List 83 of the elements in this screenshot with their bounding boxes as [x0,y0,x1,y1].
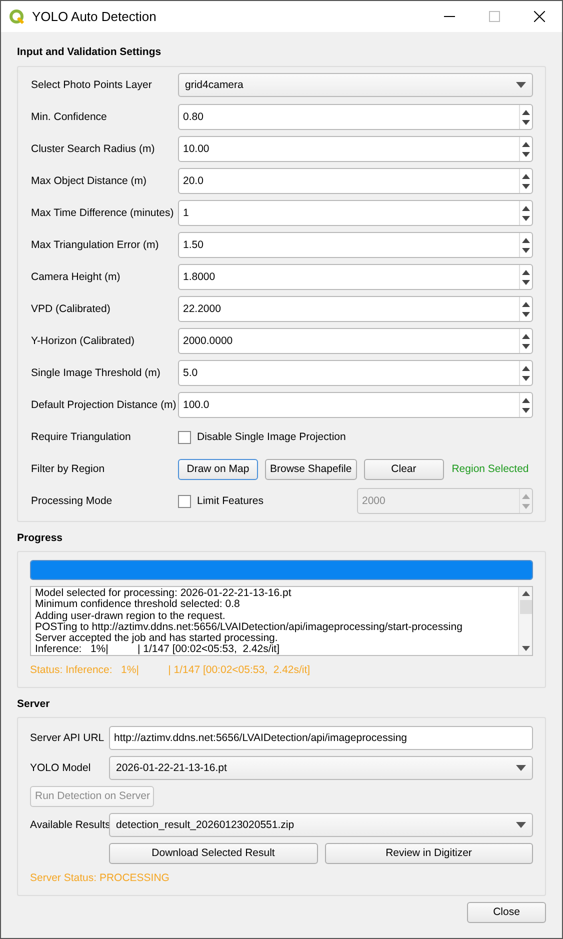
log-line: POSTing to http://aztimv.ddns.net:5656/LVAIDetection/api/imageprocessing/start-processing [35,622,464,634]
field-label: Select Photo Points Layer [31,78,153,92]
up-arrow-icon[interactable] [522,398,530,402]
spin-box[interactable]: 1 [178,200,533,226]
scroll-thumb[interactable] [520,600,532,614]
log-line: Server accepted the job and has started processing. [35,633,278,644]
up-arrow-icon[interactable] [522,334,530,338]
dropdown[interactable]: detection_result_20260123020551.zip [109,813,533,837]
down-arrow-icon[interactable] [522,376,530,380]
down-arrow-icon[interactable] [522,184,530,188]
down-arrow-icon[interactable] [522,120,530,124]
review-button[interactable]: Review in Digitizer [324,843,533,864]
down-arrow-icon[interactable] [522,216,530,220]
field-label: Server API URL [30,732,106,744]
section-heading: Progress [17,532,64,545]
checkbox-label: Disable Single Image Projection [197,430,346,444]
down-arrow-icon[interactable] [522,312,530,316]
field-label: YOLO Model [30,762,92,774]
field-label: Filter by Region [31,462,106,476]
down-arrow-icon[interactable] [522,152,530,156]
spin-box[interactable]: 5.0 [178,360,533,386]
up-arrow-icon[interactable] [522,174,530,178]
log-line: Model selected for processing: 2026-01-22-21-13-16.pt [35,588,292,600]
up-arrow-icon[interactable] [522,110,530,114]
close-icon[interactable] [534,11,545,22]
checkbox-label: Limit Features [197,494,265,508]
field-label: Single Image Threshold (m) [31,366,162,380]
spin-box[interactable]: 22.2000 [178,296,533,322]
field-label: Camera Height (m) [31,270,122,284]
log-line: Adding user-drawn region to the request. [35,610,226,622]
up-arrow-icon[interactable] [522,302,530,306]
up-arrow-icon[interactable] [522,270,530,274]
caret-icon [516,765,526,771]
field-label: VPD (Calibrated) [31,302,112,316]
section-heading: Input and Validation Settings [17,46,162,59]
spin-box[interactable]: 0.80 [178,104,533,130]
field-label: Cluster Search Radius (m) [31,142,156,156]
spin-box[interactable]: 10.00 [178,136,533,162]
minimize-icon[interactable] [444,16,455,18]
spin-box[interactable]: 2000.0000 [178,328,533,354]
progress-status: Status: Inference: 1%| | 1/147 [00:02<05:53, 2.42s/it] [30,664,312,677]
dropdown[interactable]: 2026-01-22-21-13-16.pt [109,756,533,780]
window-title: YOLO Auto Detection [32,10,158,23]
spin-box[interactable]: 100.0 [178,392,533,418]
log-line: Minimum confidence threshold selected: 0.8 [35,599,240,611]
field-label: Max Triangulation Error (m) [31,238,160,252]
field-label: Available Results [30,818,109,832]
server-status: Server Status: PROCESSING [30,872,170,885]
close-button[interactable]: Close [467,902,546,923]
spin-box[interactable]: 20.0 [178,168,533,194]
region-button[interactable]: Browse Shapefile [265,458,357,480]
log-line: Inference: 1%| | 1/147 [00:02<05:53, 2.42s/it] [35,644,280,655]
down-arrow-icon[interactable] [522,408,530,412]
spin-box[interactable]: 1.50 [178,232,533,258]
up-arrow-icon[interactable] [522,206,530,210]
url-field[interactable]: http://aztimv.ddns.net:5656/LVAIDetection/api/imageprocessing [109,726,533,750]
region-button[interactable]: Clear [364,458,444,480]
field-label: Y-Horizon (Calibrated) [31,334,136,348]
region-button[interactable]: Draw on Map [178,458,258,480]
field-label: Require Triangulation [31,430,132,444]
scrollbar[interactable] [518,587,532,655]
field-label: Processing Mode [31,494,114,508]
down-arrow-icon[interactable] [522,344,530,348]
app-logo-icon [9,8,25,24]
scroll-down-icon[interactable] [522,646,530,651]
down-arrow-icon[interactable] [522,280,530,284]
region-status: Region Selected [452,462,529,476]
field-label: Max Time Difference (minutes) [31,206,175,220]
up-arrow-icon[interactable] [522,366,530,370]
caret-icon [516,82,526,88]
checkbox[interactable] [178,430,191,444]
scroll-up-icon[interactable] [522,591,530,596]
section-heading: Server [17,698,51,711]
field-label: Min. Confidence [31,110,108,124]
download-button[interactable]: Download Selected Result [109,843,318,864]
up-arrow-icon[interactable] [522,142,530,146]
down-arrow-icon[interactable] [522,248,530,252]
spin-box[interactable]: 1.8000 [178,264,533,290]
field-label: Default Projection Distance (m) [31,398,178,412]
up-arrow-icon[interactable] [522,238,530,242]
caret-icon [516,822,526,828]
dropdown[interactable]: grid4camera [178,73,533,97]
field-label: Max Object Distance (m) [31,174,148,188]
